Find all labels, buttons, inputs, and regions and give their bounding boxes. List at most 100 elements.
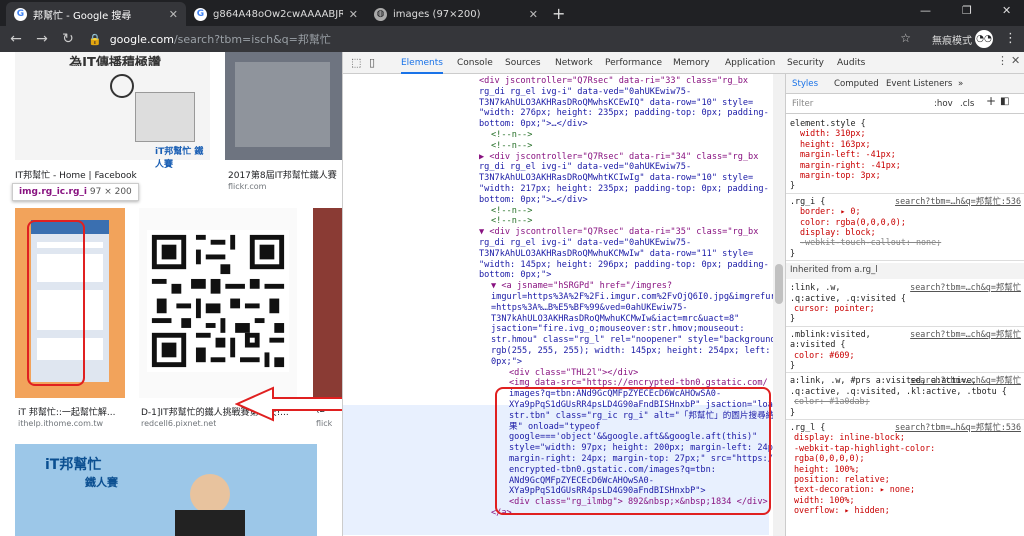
tab-images[interactable]: ◍ images (97×200) ✕	[366, 2, 546, 26]
css-line[interactable]: element.style {	[790, 118, 866, 128]
device-toolbar-icon[interactable]: ▯	[369, 56, 375, 69]
restore-icon[interactable]: ❐	[962, 4, 972, 17]
dom-line[interactable]: rg_di rg_el ivg-i" data-ved="0ahUKEwiw75…	[479, 238, 691, 249]
tab-computed[interactable]: Computed	[834, 79, 879, 89]
bookmark-star-icon[interactable]: ☆	[900, 31, 911, 45]
dom-line[interactable]: rgb(255, 255, 255); width: 145px; height…	[491, 346, 770, 357]
result-caption[interactable]: 2017第8屆IT邦幫忙鐵人賽	[228, 168, 342, 181]
css-line[interactable]: .q:active, .q:visited, .kl:active, .tbot…	[790, 386, 1007, 396]
css-line[interactable]: margin-top: 3px;	[800, 170, 881, 180]
tab-memory[interactable]: Memory	[673, 52, 710, 74]
sidebar-toggle-icon[interactable]: ◧	[1000, 96, 1009, 107]
tab-data-url[interactable]: G g864A48oOw2cwAAAABJRU5ErkJggg== ✕	[186, 2, 366, 26]
tab-event-listeners[interactable]: Event Listeners	[886, 79, 952, 89]
incognito-icon[interactable]: ◔◔	[975, 30, 993, 48]
css-line[interactable]: width: 310px;	[800, 128, 866, 138]
dom-line[interactable]: =https%3A%…B%E5%BF%99&ved=0ahUKEwiw75-	[491, 303, 688, 314]
dom-line[interactable]: T3N7kAhULO3AKHRasDRoQMwhtKCIwIg" data-ro…	[479, 173, 753, 184]
dom-line[interactable]: bottom: 0px;">…</div>	[479, 119, 588, 130]
result-caption[interactable]: IT邦幫忙 - Home | Facebook	[15, 168, 210, 181]
close-icon[interactable]: ✕	[169, 8, 178, 21]
css-line[interactable]: :link, .w,	[790, 282, 840, 292]
css-line[interactable]: color: #1a0dab;	[794, 396, 870, 406]
result-image-qrcode[interactable]	[139, 208, 297, 398]
tab-sources[interactable]: Sources	[505, 52, 541, 74]
dom-line[interactable]: <div jscontroller="Q7Rsec" data-ri="33" …	[479, 76, 748, 87]
css-line[interactable]: .mblink:visited,	[790, 329, 871, 339]
dom-line[interactable]: <!--n-->	[491, 130, 532, 141]
css-line[interactable]: display: inline-block;	[794, 432, 905, 442]
dom-line[interactable]: images?q=tbn:ANd9GcQMFpZYECEcD6WcAHOwSA0…	[509, 389, 721, 400]
css-line[interactable]: }	[790, 360, 795, 370]
dom-line[interactable]: <div class="THL2l"></div>	[509, 368, 638, 379]
window-close-icon[interactable]: ✕	[1002, 4, 1011, 17]
css-line[interactable]: width: 100%;	[794, 495, 855, 505]
css-line[interactable]: -webkit-tap-highlight-color:	[794, 443, 935, 453]
dom-line[interactable]: imgurl=https%3A%2F%2Fi.imgur.com%2FvOjQ6…	[491, 292, 773, 303]
dom-line[interactable]: google==='object'&&google.aft&&google.af…	[509, 432, 757, 443]
forward-icon[interactable]: →	[32, 31, 52, 47]
menu-icon[interactable]: ⋮	[1004, 31, 1017, 46]
dom-line[interactable]: "width: 276px; height: 235px; padding-to…	[479, 108, 769, 119]
result-caption[interactable]: iT 邦幫忙::一起幫忙解...	[18, 405, 130, 418]
dom-line[interactable]: jsaction="fire.ivg_o;mouseover:str.hmov;…	[491, 324, 745, 335]
dom-line[interactable]: 果" onload="typeof	[509, 422, 600, 433]
dom-line[interactable]: </a>	[491, 508, 512, 519]
back-icon[interactable]: ←	[6, 31, 26, 47]
dom-line[interactable]: encrypted-tbn0.gstatic.com/images?q=tbn:	[509, 465, 716, 476]
scroll-thumb[interactable]	[775, 264, 783, 304]
close-icon[interactable]: ✕	[529, 8, 538, 21]
css-line[interactable]: }	[790, 248, 795, 258]
dom-line[interactable]: ▶ <div jscontroller="Q7Rsec" data-ri="34…	[479, 152, 758, 163]
result-image-flickr[interactable]	[225, 52, 342, 160]
dom-line[interactable]: <!--n-->	[491, 206, 532, 217]
stylesheet-link[interactable]: search?tbm=…h&q=邦幫忙:536	[895, 422, 1021, 432]
css-line[interactable]: height: 100%;	[794, 464, 860, 474]
dom-line[interactable]: XYa9pPqS1dGUsRR4psLD4G90aFndBISHnxbP" js…	[509, 400, 773, 411]
tab-security[interactable]: Security	[787, 52, 824, 74]
tab-elements[interactable]: Elements	[401, 52, 443, 74]
css-line[interactable]: .q:active, .q:visited {	[790, 293, 906, 303]
tab-audits[interactable]: Audits	[837, 52, 865, 74]
result-image-banner[interactable]: iT邦幫忙 鐵人賽	[15, 444, 317, 536]
filter-input[interactable]: Filter	[792, 99, 813, 109]
css-line[interactable]: }	[790, 313, 795, 323]
cls-toggle[interactable]: .cls	[960, 99, 974, 109]
dom-line[interactable]: style="width: 97px; height: 200px; margi…	[509, 443, 773, 454]
dom-line[interactable]: T3N7kAhULO3AKHRasDRoQMwhuKCMwIw" data-ro…	[479, 249, 753, 260]
css-line[interactable]: border: ▸ 0;	[800, 206, 861, 216]
dom-line[interactable]: margin-right: 24px; margin-top: 27px;" s…	[509, 454, 773, 465]
minimize-icon[interactable]: —	[920, 4, 931, 17]
dom-line[interactable]: "width: 217px; height: 235px; padding-to…	[479, 184, 769, 195]
dom-line[interactable]: <img data-src="https://encrypted-tbn0.gs…	[509, 378, 768, 389]
css-line[interactable]: margin-left: -41px;	[800, 149, 896, 159]
result-image-partial[interactable]	[313, 208, 342, 398]
inspect-element-icon[interactable]: ⬚	[351, 56, 361, 69]
css-line[interactable]: }	[790, 407, 795, 417]
elements-scrollbar[interactable]	[773, 74, 785, 536]
tab-styles[interactable]: Styles	[792, 79, 818, 89]
dom-line[interactable]: 0px;">	[491, 357, 522, 368]
css-line[interactable]: cursor: pointer;	[794, 303, 875, 313]
dom-line[interactable]: rg_di rg_el ivg-i" data-ved="0ahUKEwiw75…	[479, 162, 691, 173]
tab-network[interactable]: Network	[555, 52, 593, 74]
dom-line[interactable]: <!--n-->	[491, 216, 532, 227]
result-image-phone[interactable]	[15, 208, 125, 398]
dom-line[interactable]: ANd9GcQMFpZYECEcD6WcAHOwSA0-	[509, 476, 654, 487]
dom-line[interactable]: <div class="rg_ilmbg"> 892&nbsp;×&nbsp;1…	[509, 497, 768, 508]
dom-line[interactable]: ▼ <a jsname="hSRGPd" href="/imgres?	[491, 281, 672, 292]
close-devtools-icon[interactable]: ✕	[1011, 54, 1020, 67]
tab-console[interactable]: Console	[457, 52, 493, 74]
css-line[interactable]: height: 163px;	[800, 139, 871, 149]
stylesheet-link[interactable]: search?tbm=…ch&q=邦幫忙	[910, 282, 1021, 292]
css-line[interactable]: margin-right: -41px;	[800, 160, 901, 170]
css-line[interactable]: color: rgba(0,0,0,0);	[800, 217, 906, 227]
dom-line[interactable]: bottom: 0px;">	[479, 270, 551, 281]
dom-line[interactable]: T3N7kAhULO3AKHRasDRoQMwhsKCEwIQ" data-ro…	[479, 98, 753, 109]
dom-line[interactable]: T3N7kAhULO3AKHRasDRoQMwhuKCMwIw&iact=mrc…	[491, 314, 739, 325]
tab-google-search[interactable]: G 邦幫忙 - Google 搜尋 ✕	[6, 2, 186, 26]
close-icon[interactable]: ✕	[349, 8, 358, 21]
css-line[interactable]: display: block;	[800, 227, 876, 237]
stylesheet-link[interactable]: search?tbm=…h&q=邦幫忙:536	[895, 196, 1021, 206]
tab-application[interactable]: Application	[725, 52, 775, 74]
